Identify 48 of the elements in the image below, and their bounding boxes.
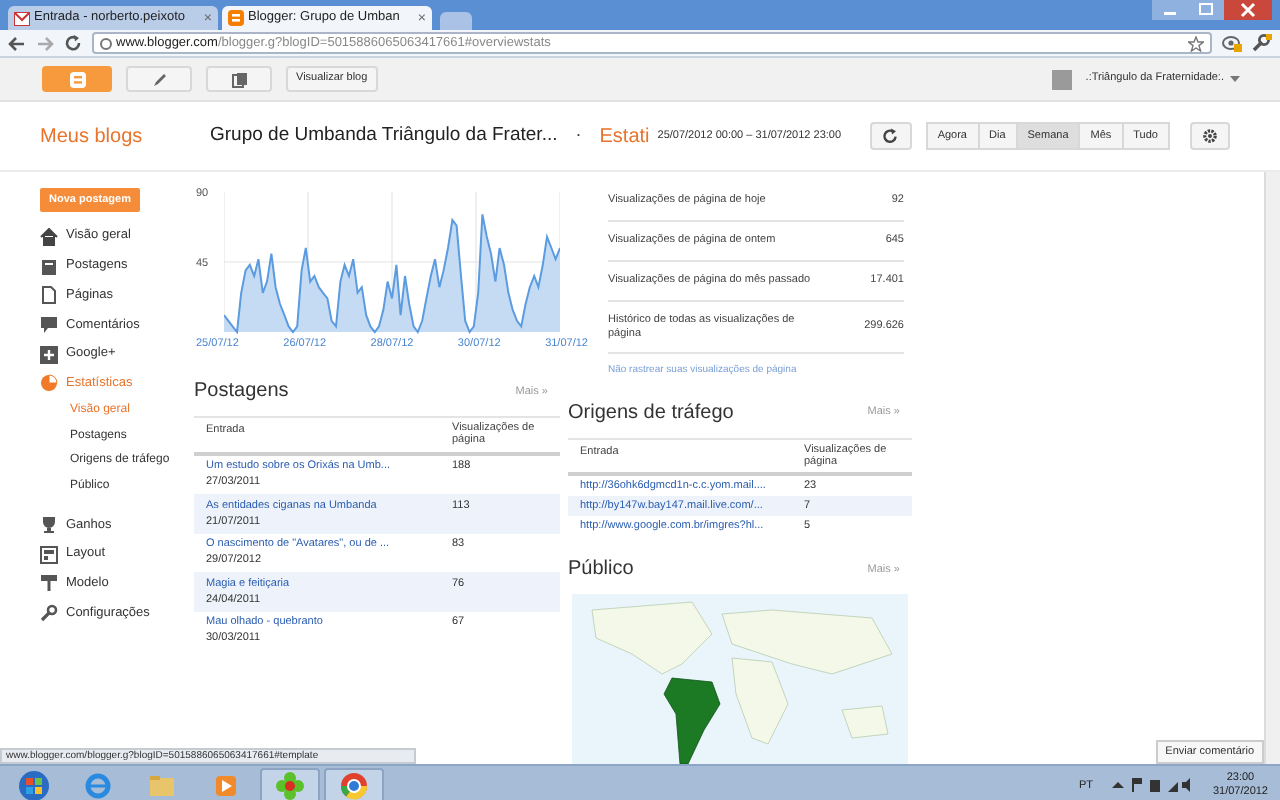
home-icon (40, 227, 58, 246)
system-tray-icon[interactable] (1112, 778, 1193, 793)
section-heading: Origens de tráfego (568, 399, 734, 427)
posts-list-button[interactable] (206, 66, 272, 92)
pie-chart-icon (40, 374, 58, 393)
avatar-photo (1051, 69, 1072, 89)
caret-icon (1230, 76, 1240, 82)
pencil-icon (151, 71, 167, 87)
separator-dot: · (575, 122, 582, 149)
blogger-icon (69, 71, 85, 87)
minimize-icon[interactable] (1152, 0, 1188, 20)
close-window-icon[interactable] (1224, 0, 1272, 20)
blog-title: Grupo de Umbanda Triângulo da Frater... (210, 121, 558, 150)
blogger-button[interactable] (42, 66, 112, 92)
scrollbar[interactable] (1264, 172, 1280, 765)
eye-icon[interactable] (1222, 34, 1242, 52)
round-app-icon (338, 769, 370, 800)
browser-e-icon (82, 769, 114, 800)
settings-icon (1202, 128, 1218, 144)
trophy-icon (40, 515, 58, 534)
section-title: Estati (599, 123, 650, 151)
documents-icon (231, 71, 247, 87)
maximize-icon[interactable] (1188, 0, 1224, 20)
taskbar-button[interactable] (260, 767, 320, 800)
section-heading: Postagens (194, 378, 289, 406)
speech-bubble-icon (40, 315, 58, 334)
forward-icon[interactable] (36, 35, 54, 51)
paint-roller-icon (40, 574, 58, 593)
settings-button[interactable] (1190, 122, 1230, 150)
document-icon (40, 257, 58, 276)
star-icon[interactable] (1188, 35, 1204, 51)
flower-icon (274, 769, 306, 800)
reload-icon[interactable] (64, 34, 82, 52)
back-icon[interactable] (8, 35, 26, 51)
refresh-button[interactable] (869, 122, 912, 150)
mail-icon (14, 11, 30, 25)
wrench-icon (40, 604, 58, 623)
refresh-icon (882, 128, 899, 144)
section-heading: Público (568, 556, 634, 585)
new-post-button[interactable] (126, 66, 192, 92)
globe-icon (100, 37, 112, 49)
wrench-icon[interactable] (1252, 34, 1272, 52)
layout-icon (40, 545, 58, 564)
start-button-icon (18, 769, 50, 800)
page-icon (40, 286, 58, 305)
plus-icon (40, 345, 58, 364)
blogger-icon (228, 10, 244, 26)
taskbar-button[interactable] (324, 767, 384, 800)
